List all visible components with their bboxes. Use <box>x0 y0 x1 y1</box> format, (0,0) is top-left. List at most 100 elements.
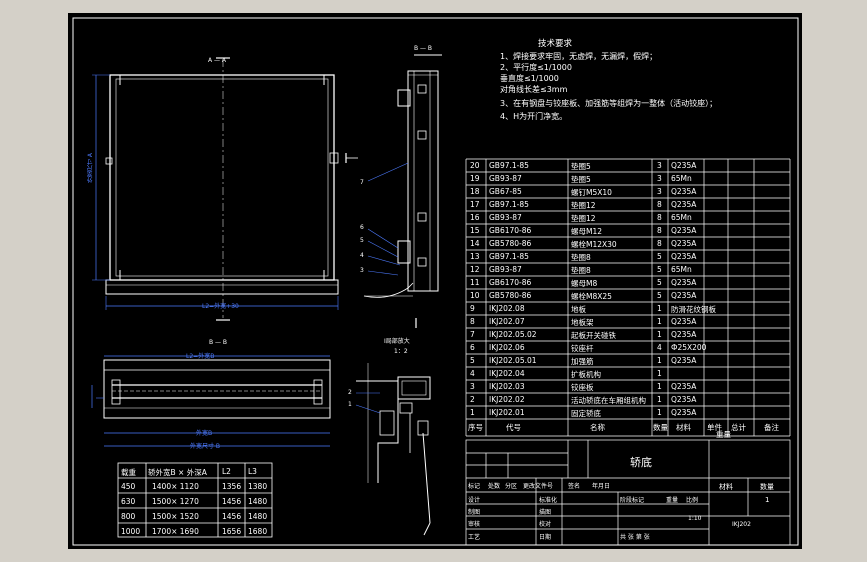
callout-3: 3 <box>360 267 364 274</box>
parts-cell-no: 19 <box>470 174 480 183</box>
tb-design: 设计 <box>468 497 481 504</box>
parts-cell-name: 地板 <box>571 305 586 314</box>
parts-header-cell: 代号 <box>506 423 521 432</box>
parts-header-cell: 备注 <box>764 423 779 432</box>
parts-cell-mat: Q235A <box>671 356 697 365</box>
parts-cell-code: GB93-87 <box>489 213 522 222</box>
front-view <box>92 57 358 321</box>
section-bottom-dim: 外宽B <box>196 430 213 437</box>
drawing-code: IKJ202 <box>732 521 751 528</box>
drawing-name: 轿底 <box>630 456 652 469</box>
parts-cell-qty: 3 <box>657 187 662 196</box>
spec-cell: 1456 <box>222 512 242 521</box>
callout-1: 1 <box>348 401 352 408</box>
parts-cell-mat: Q235A <box>671 278 697 287</box>
spec-header-cell: 载重 <box>121 468 136 477</box>
parts-cell-qty: 3 <box>657 161 662 170</box>
parts-cell-mat: 65Mn <box>671 174 692 183</box>
parts-cell-code: IKJ202.05.01 <box>489 356 537 365</box>
parts-cell-code: GB5780-86 <box>489 239 532 248</box>
parts-cell-no: 17 <box>470 200 480 209</box>
parts-cell-no: 16 <box>470 213 480 222</box>
tech-note-4: 对角线长差≤3mm <box>500 85 568 94</box>
parts-cell-mat: Q235A <box>671 330 697 339</box>
tech-note-3: 垂直度≤1/1000 <box>500 74 559 83</box>
tb-stage: 阶段标记 <box>620 497 645 504</box>
tb-row-sign: 签名 <box>568 483 581 490</box>
parts-cell-no: 3 <box>470 382 475 391</box>
parts-cell-mat: Q235A <box>671 239 697 248</box>
height-dim-label: 外宽尺寸 A <box>87 153 94 184</box>
parts-cell-mat: 65Mn <box>671 213 692 222</box>
parts-cell-no: 7 <box>470 330 475 339</box>
parts-cell-no: 15 <box>470 226 480 235</box>
parts-cell-qty: 5 <box>657 252 662 261</box>
parts-cell-code: GB6170-86 <box>489 226 532 235</box>
parts-cell-name: 固定轿底 <box>571 409 601 418</box>
spec-cell: 1480 <box>248 497 268 506</box>
tech-note-6: 4、H为开门净宽。 <box>500 112 568 121</box>
parts-header-weight: 重量 <box>716 430 731 439</box>
spec-cell: 1480 <box>248 512 268 521</box>
parts-cell-no: 9 <box>470 304 475 313</box>
parts-cell-no: 6 <box>470 343 475 352</box>
parts-cell-no: 10 <box>470 291 480 300</box>
parts-cell-name: 垫圈12 <box>571 214 596 223</box>
parts-cell-name: 螺栓M8X25 <box>571 292 612 301</box>
parts-cell-mat: 65Mn <box>671 265 692 274</box>
parts-header-cell: 总计 <box>731 423 746 432</box>
parts-cell-code: GB6170-86 <box>489 278 532 287</box>
parts-cell-name: 垫圈8 <box>571 266 591 275</box>
parts-cell-mat: Ф25X200 <box>671 343 707 352</box>
parts-cell-name: 起板开关碰铁 <box>571 331 616 340</box>
parts-cell-code: GB97.1-85 <box>489 200 529 209</box>
quantity-value: 1 <box>765 496 770 504</box>
tb-draw: 制图 <box>468 509 481 516</box>
section-bottom-dim2: 外宽尺寸 B <box>190 443 221 450</box>
parts-cell-name: 垫圈5 <box>571 175 591 184</box>
spec-header-cell: L2 <box>222 467 231 476</box>
spec-cell: 1456 <box>222 497 242 506</box>
width-dim-label: L2=外宽+30 <box>202 303 239 310</box>
parts-cell-mat: Q235A <box>671 317 697 326</box>
detail-scale: 1：2 <box>394 348 408 355</box>
spec-header-cell: 轿外宽B × 外深A <box>148 468 207 477</box>
tech-note-2: 2、平行度≤1/1000 <box>500 63 572 72</box>
parts-cell-code: IKJ202.02 <box>489 395 525 404</box>
spec-cell: 1400× 1120 <box>152 482 199 491</box>
parts-cell-qty: 5 <box>657 278 662 287</box>
parts-cell-no: 18 <box>470 187 480 196</box>
callout-7: 7 <box>360 179 364 186</box>
parts-cell-name: 螺钉M5X10 <box>571 188 612 197</box>
parts-cell-name: 垫圈12 <box>571 201 596 210</box>
parts-cell-no: 2 <box>470 395 475 404</box>
parts-cell-mat: Q235A <box>671 161 697 170</box>
parts-cell-code: IKJ202.03 <box>489 382 525 391</box>
spec-header-cell: L3 <box>248 467 257 476</box>
parts-cell-name: 垫圈5 <box>571 162 591 171</box>
sheet-count: 共 张 第 张 <box>620 534 650 541</box>
spec-cell: 630 <box>121 497 136 506</box>
tb-row-count: 处数 <box>488 483 501 490</box>
detail-view <box>355 363 431 536</box>
parts-cell-code: IKJ202.04 <box>489 369 525 378</box>
parts-cell-no: 8 <box>470 317 475 326</box>
parts-cell-name: 加强筋 <box>571 357 594 366</box>
parts-cell-qty: 1 <box>657 304 662 313</box>
spec-cell: 1680 <box>248 527 268 536</box>
detail-title: I局部放大 <box>384 338 410 345</box>
parts-cell-code: GB97.1-85 <box>489 252 529 261</box>
parts-cell-name: 螺母M12 <box>571 227 603 236</box>
parts-cell-qty: 8 <box>657 213 662 222</box>
parts-cell-code: IKJ202.05.02 <box>489 330 537 339</box>
callout-2: 2 <box>348 389 352 396</box>
tb-trace: 描图 <box>539 509 552 516</box>
tech-notes-title: 技术要求 <box>538 39 573 49</box>
spec-cell: 1656 <box>222 527 242 536</box>
tb-check: 审核 <box>468 521 481 528</box>
parts-cell-no: 14 <box>470 239 480 248</box>
tb-proof: 校对 <box>539 521 552 528</box>
tech-note-1: 1、焊接要求牢固，无虚焊，无漏焊，假焊； <box>500 52 658 61</box>
tech-note-5: 3、在有钢盘与铰座板、加强筋等组焊为一整体（活动铰座）； <box>500 99 718 108</box>
parts-cell-qty: 1 <box>657 369 662 378</box>
